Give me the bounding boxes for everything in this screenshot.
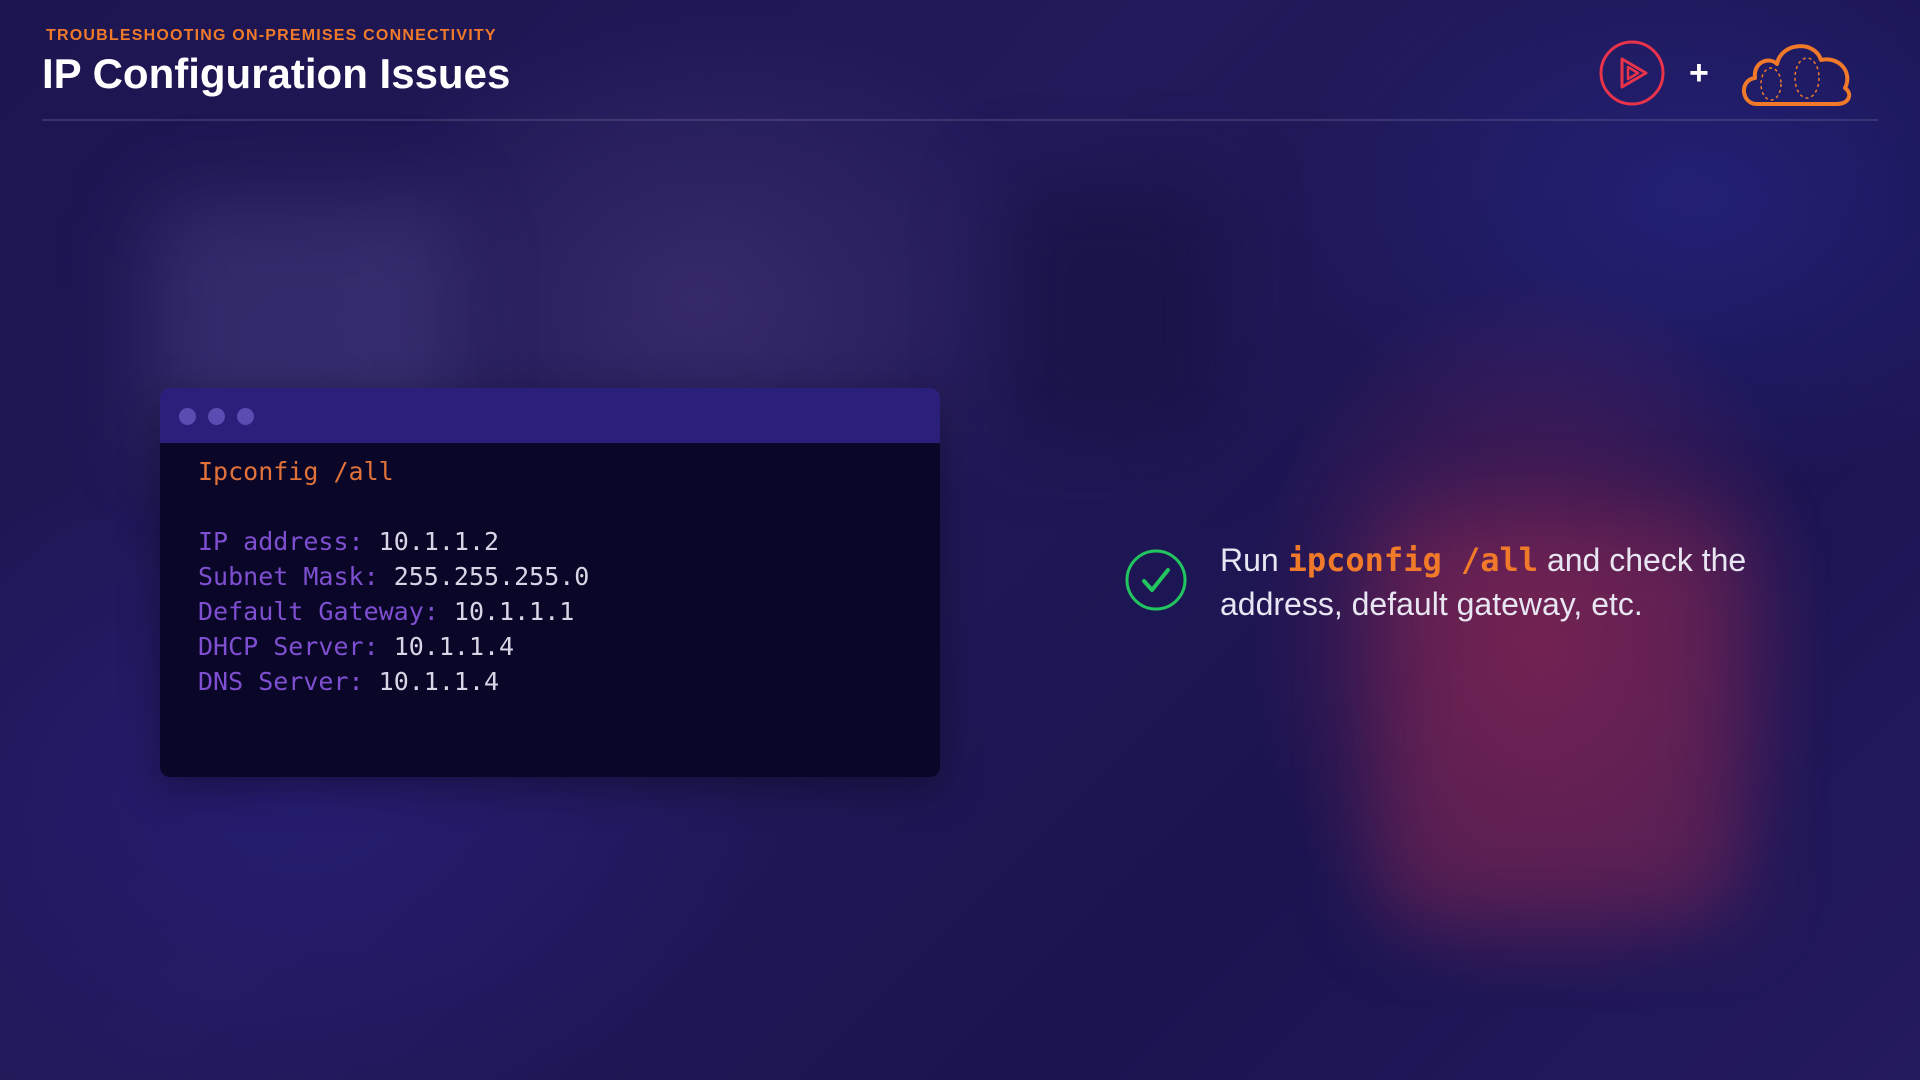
cloud-logo-icon bbox=[1742, 44, 1852, 106]
instruction-note: Run ipconfig /all and check the address,… bbox=[1220, 538, 1820, 626]
checkmark-icon bbox=[1125, 549, 1187, 611]
line-key: IP address: bbox=[198, 527, 364, 556]
line-key: DNS Server: bbox=[198, 667, 364, 696]
terminal-window: Ipconfig /all IP address: 10.1.1.2 Subne… bbox=[160, 388, 940, 777]
line-key: DHCP Server: bbox=[198, 632, 379, 661]
terminal-command: Ipconfig /all bbox=[198, 457, 394, 486]
header-subtitle: TROUBLESHOOTING ON-PREMISES CONNECTIVITY bbox=[46, 27, 497, 44]
line-value: 255.255.255.0 bbox=[393, 562, 590, 591]
note-prefix: Run bbox=[1220, 542, 1288, 578]
line-value: 10.1.1.4 bbox=[393, 632, 515, 661]
terminal-line: DNS Server: 10.1.1.4 bbox=[198, 667, 499, 696]
line-value: 10.1.1.1 bbox=[453, 597, 575, 626]
window-dot bbox=[208, 408, 225, 425]
terminal-line: Default Gateway: 10.1.1.1 bbox=[198, 597, 574, 626]
window-dot bbox=[237, 408, 254, 425]
header-divider bbox=[42, 119, 1878, 121]
play-logo-icon bbox=[1599, 40, 1665, 106]
window-dot bbox=[179, 408, 196, 425]
line-key: Default Gateway: bbox=[198, 597, 439, 626]
terminal-line: IP address: 10.1.1.2 bbox=[198, 527, 499, 556]
terminal-title-bar bbox=[160, 388, 940, 443]
logo-separator: + bbox=[1689, 54, 1709, 92]
line-value: 10.1.1.2 bbox=[378, 527, 500, 556]
line-key: Subnet Mask: bbox=[198, 562, 379, 591]
terminal-line: Subnet Mask: 255.255.255.0 bbox=[198, 562, 589, 591]
note-code: ipconfig /all bbox=[1287, 541, 1539, 579]
terminal-body: Ipconfig /all IP address: 10.1.1.2 Subne… bbox=[160, 443, 940, 777]
terminal-line: DHCP Server: 10.1.1.4 bbox=[198, 632, 514, 661]
page-title: IP Configuration Issues bbox=[42, 50, 511, 97]
line-value: 10.1.1.4 bbox=[378, 667, 500, 696]
background-blur-shape bbox=[1000, 180, 1220, 440]
